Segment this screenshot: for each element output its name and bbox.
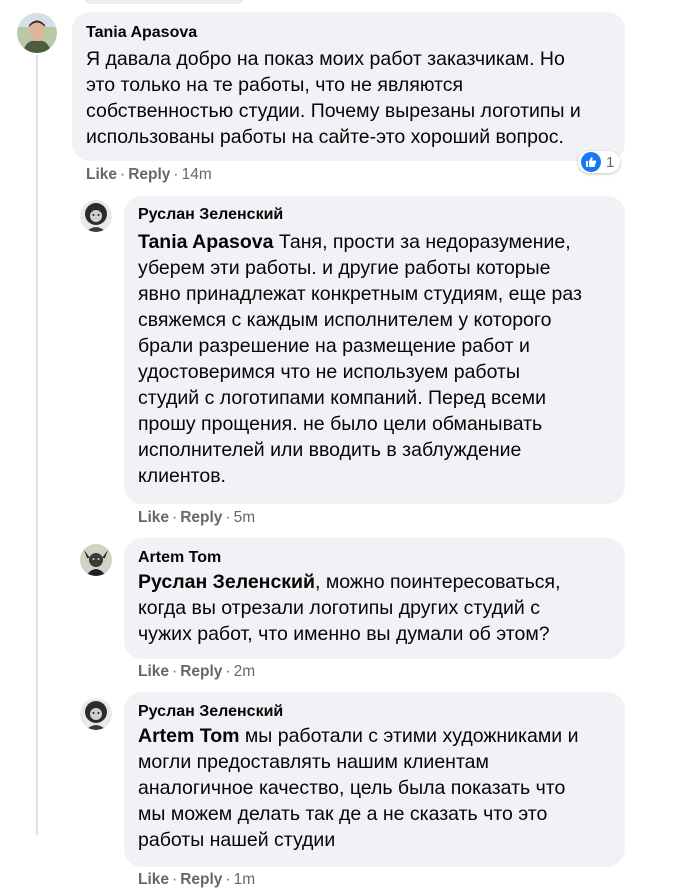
- reply-button[interactable]: Reply: [180, 663, 222, 680]
- like-icon: [581, 152, 601, 172]
- avatar-artem-tom[interactable]: [80, 544, 112, 576]
- timestamp[interactable]: 2m: [234, 663, 256, 680]
- comment-author[interactable]: Tania Apasova: [86, 23, 197, 43]
- previous-comment-edge: [84, 0, 244, 4]
- comment-line: студий с логотипами компаний. Перед всем…: [138, 387, 546, 409]
- comment-actions: Like · Reply · 14m: [86, 165, 212, 185]
- comment-line-rest: мы работали с этими художниками и: [239, 725, 579, 747]
- comment-line: удостоверимся что не используем работы: [138, 361, 520, 383]
- separator: ·: [120, 166, 126, 183]
- comment-text: Artem Tom мы работали с этими художникам…: [138, 723, 618, 853]
- comment-line: свяжемся с каждым исполнителем у которог…: [138, 309, 552, 331]
- mention-link[interactable]: Tania Apasova: [138, 231, 273, 253]
- comment-line: Я давала добро на показ моих работ заказ…: [86, 48, 565, 70]
- comment-line: когда вы отрезали логотипы других студий…: [138, 597, 540, 619]
- timestamp[interactable]: 14m: [182, 166, 212, 183]
- separator: ·: [172, 509, 178, 526]
- comment-line-rest: Таня, прости за недоразумение,: [273, 231, 571, 253]
- comment-line: Artem Tom мы работали с этими художникам…: [138, 723, 618, 749]
- mention-link[interactable]: Artem Tom: [138, 725, 239, 747]
- comment-author[interactable]: Руслан Зеленский: [138, 702, 283, 722]
- separator: ·: [173, 166, 179, 183]
- separator: ·: [172, 663, 178, 680]
- reply-button[interactable]: Reply: [128, 166, 170, 183]
- like-button[interactable]: Like: [138, 871, 169, 888]
- thread-line: [36, 55, 38, 835]
- comment-line: могли предоставлять нашим клиентам: [138, 751, 489, 773]
- like-button[interactable]: Like: [138, 509, 169, 526]
- comment-author[interactable]: Artem Tom: [138, 548, 221, 568]
- comment-line: Руслан Зеленский, можно поинтересоваться…: [138, 569, 618, 595]
- like-button[interactable]: Like: [138, 663, 169, 680]
- comment-actions: Like · Reply · 2m: [138, 662, 255, 682]
- timestamp[interactable]: 5m: [234, 509, 256, 526]
- separator: ·: [225, 871, 231, 888]
- like-button[interactable]: Like: [86, 166, 117, 183]
- comment-actions: Like · Reply · 5m: [138, 508, 255, 528]
- reaction-count: 1: [606, 153, 615, 171]
- reply-button[interactable]: Reply: [180, 509, 222, 526]
- mention-link[interactable]: Руслан Зеленский: [138, 571, 315, 593]
- reply-button[interactable]: Reply: [180, 871, 222, 888]
- comment-line: чужих работ, что именно вы думали об это…: [138, 623, 550, 645]
- comment-line: клиентов.: [138, 465, 226, 487]
- separator: ·: [172, 871, 178, 888]
- reaction-count-badge[interactable]: 1: [578, 151, 621, 173]
- comment-line: явно принадлежат конкретным студиям, еще…: [138, 283, 582, 305]
- separator: ·: [225, 663, 231, 680]
- avatar-ruslan-zelenskiy[interactable]: [80, 698, 112, 730]
- comment-line-rest: , можно поинтересоваться,: [315, 571, 561, 593]
- comment-line: мы можем делать так де а не сказать что …: [138, 803, 548, 825]
- avatar-ruslan-zelenskiy[interactable]: [80, 200, 112, 232]
- comment-line: уберем эти работы. и другие работы котор…: [138, 257, 551, 279]
- comment-line: собственностью студии. Почему вырезаны л…: [86, 100, 581, 122]
- comment-text: Руслан Зеленский, можно поинтересоваться…: [138, 569, 618, 647]
- comment-actions: Like · Reply · 1m: [138, 870, 255, 890]
- comment-text: Я давала добро на показ моих работ заказ…: [86, 46, 616, 150]
- comment-line: брали разрешение на размещение работ и: [138, 335, 530, 357]
- comment-line: работы нашей студии: [138, 829, 336, 851]
- comment-line: это только на те работы, что не являются: [86, 74, 464, 96]
- avatar-tania-apasova[interactable]: [17, 13, 57, 53]
- comment-author[interactable]: Руслан Зеленский: [138, 205, 283, 225]
- comment-line: использованы работы на сайте-это хороший…: [86, 126, 564, 148]
- comment-text: Tania Apasova Таня, прости за недоразуме…: [138, 229, 618, 489]
- comment-line: прошу прощения. не было цели обманывать: [138, 413, 543, 435]
- comment-line: аналогичное качество, цель была показать…: [138, 777, 566, 799]
- separator: ·: [225, 509, 231, 526]
- timestamp[interactable]: 1m: [234, 871, 256, 888]
- comment-line: Tania Apasova Таня, прости за недоразуме…: [138, 229, 618, 255]
- comment-line: исполнителей или вводить в заблуждение: [138, 439, 522, 461]
